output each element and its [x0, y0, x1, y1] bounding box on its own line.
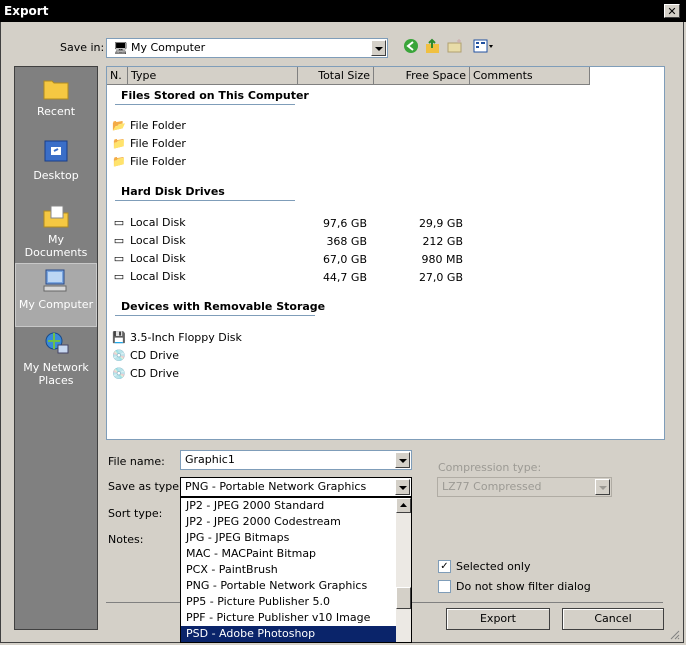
cd-drive-icon: 💿 [112, 367, 126, 380]
compression-type-label: Compression type: [438, 461, 542, 474]
column-comments[interactable]: Comments [470, 67, 590, 84]
group-divider [115, 200, 295, 201]
list-item[interactable]: 💿 CD Drive [111, 365, 179, 383]
place-network[interactable]: My Network Places [15, 327, 97, 399]
network-places-icon [41, 331, 71, 359]
scroll-up-button[interactable] [396, 498, 411, 513]
selected-only-label: Selected only [456, 560, 531, 573]
back-arrow-icon[interactable] [402, 38, 420, 56]
desktop-icon [41, 139, 71, 167]
dropdown-option[interactable]: PNG - Portable Network Graphics [181, 578, 398, 594]
folder-open-icon: 📂 [112, 119, 126, 132]
dropdown-option[interactable]: PP5 - Picture Publisher 5.0 [181, 594, 398, 610]
dropdown-option[interactable]: JPG - JPEG Bitmaps [181, 530, 398, 546]
notes-label: Notes: [108, 533, 144, 546]
save-in-dropdown[interactable]: 🖥 My Computer [106, 38, 388, 58]
chevron-down-icon[interactable] [395, 479, 410, 495]
dropdown-option[interactable]: PCX - PaintBrush [181, 562, 398, 578]
new-folder-icon[interactable] [446, 38, 464, 56]
dropdown-option[interactable]: JP2 - JPEG 2000 Standard [181, 498, 398, 514]
group-removable-storage: Devices with Removable Storage [121, 300, 326, 313]
cd-drive-icon: 💿 [112, 349, 126, 362]
sort-type-label: Sort type: [108, 507, 163, 520]
recent-folder-icon [41, 75, 71, 103]
save-type-options-list[interactable]: JP2 - JPEG 2000 Standard JP2 - JPEG 2000… [180, 497, 412, 643]
disk-free-space: 27,0 GB [418, 271, 463, 284]
save-type-label: Save as type: [108, 480, 183, 493]
disk-free-space: 980 MB [421, 253, 463, 266]
my-computer-small-icon: 🖥 [113, 41, 129, 55]
save-type-dropdown[interactable]: PNG - Portable Network Graphics [180, 477, 412, 497]
my-documents-icon [41, 203, 71, 231]
column-n[interactable]: N. [107, 67, 128, 84]
place-recent[interactable]: Recent [15, 71, 97, 135]
disk-free-space: 212 GB [422, 235, 463, 248]
dropdown-scrollbar[interactable] [396, 498, 411, 642]
title-bar[interactable]: Export ✕ [0, 0, 686, 22]
place-desktop[interactable]: Desktop [15, 135, 97, 199]
disk-total-size: 368 GB [326, 235, 367, 248]
list-item[interactable]: 📁 File Folder [111, 153, 186, 171]
table-row[interactable]: ▭ Local Disk [111, 232, 186, 250]
column-free-space[interactable]: Free Space [374, 67, 470, 84]
export-button[interactable]: Export [446, 608, 550, 630]
dropdown-option[interactable]: MAC - MACPaint Bitmap [181, 546, 398, 562]
group-divider [115, 104, 295, 105]
dropdown-option[interactable]: PPF - Picture Publisher v10 Image [181, 610, 398, 626]
disk-total-size: 67,0 GB [322, 253, 367, 266]
file-name-field[interactable]: Graphic1 [180, 450, 412, 470]
folder-icon: 📁 [112, 137, 126, 150]
chevron-down-icon[interactable] [371, 40, 386, 56]
place-my-documents[interactable]: My Documents [15, 199, 97, 263]
up-folder-icon[interactable] [424, 38, 442, 56]
table-row[interactable]: ▭ Local Disk [111, 268, 186, 286]
selected-only-checkbox[interactable]: ✓ [438, 560, 451, 573]
list-item[interactable]: 📁 File Folder [111, 135, 186, 153]
disk-free-space: 29,9 GB [418, 217, 463, 230]
disk-total-size: 97,6 GB [322, 217, 367, 230]
place-my-computer[interactable]: My Computer [15, 263, 97, 327]
places-bar: Recent Desktop My Documents My Computer … [14, 66, 98, 630]
file-list[interactable]: N. Type Total Size Free Space Comments F… [106, 66, 665, 440]
file-name-label: File name: [108, 455, 165, 468]
compression-type-dropdown[interactable]: LZ77 Compressed [437, 477, 612, 497]
list-item[interactable]: 💾 3.5-Inch Floppy Disk [111, 329, 242, 347]
table-row[interactable]: ▭ Local Disk [111, 250, 186, 268]
table-row[interactable]: ▭ Local Disk [111, 214, 186, 232]
dropdown-option[interactable]: JP2 - JPEG 2000 Codestream [181, 514, 398, 530]
group-hard-disks: Hard Disk Drives [121, 185, 225, 198]
list-item[interactable]: 💿 CD Drive [111, 347, 179, 365]
close-icon[interactable]: ✕ [664, 4, 680, 18]
dropdown-option-selected[interactable]: PSD - Adobe Photoshop [181, 626, 398, 642]
resize-grip-icon[interactable] [668, 628, 680, 640]
list-header: N. Type Total Size Free Space Comments [107, 67, 590, 85]
floppy-disk-icon: 💾 [112, 331, 126, 344]
list-item[interactable]: 📂 File Folder [111, 117, 186, 135]
column-total-size[interactable]: Total Size [298, 67, 374, 84]
save-in-value: My Computer [131, 41, 206, 54]
no-filter-dialog-label: Do not show filter dialog [456, 580, 591, 593]
disk-total-size: 44,7 GB [322, 271, 367, 284]
save-in-label: Save in: [60, 41, 105, 54]
view-menu-icon[interactable] [472, 38, 496, 56]
group-stored-files: Files Stored on This Computer [121, 89, 309, 102]
column-type[interactable]: Type [128, 67, 298, 84]
my-computer-icon [41, 268, 71, 296]
hard-disk-icon: ▭ [113, 252, 125, 265]
no-filter-dialog-checkbox[interactable] [438, 580, 451, 593]
dialog-title: Export [4, 4, 49, 18]
hard-disk-icon: ▭ [113, 216, 125, 229]
group-divider [115, 315, 315, 316]
chevron-down-icon[interactable] [395, 452, 410, 468]
scrollbar-thumb[interactable] [396, 587, 411, 609]
hard-disk-icon: ▭ [113, 234, 125, 247]
folder-icon: 📁 [112, 155, 126, 168]
chevron-down-icon [595, 479, 610, 495]
hard-disk-icon: ▭ [113, 270, 125, 283]
cancel-button[interactable]: Cancel [562, 608, 664, 630]
